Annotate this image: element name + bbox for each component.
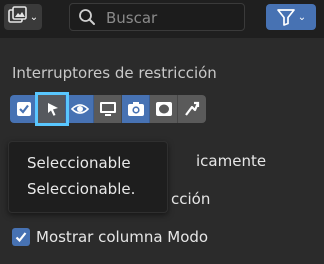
tooltip-title: Seleccionable bbox=[27, 154, 131, 172]
filter-dropdown-button[interactable]: ⌄ bbox=[266, 4, 316, 30]
indirect-arrow-icon bbox=[184, 101, 200, 117]
monitor-icon bbox=[99, 101, 117, 117]
funnel-icon bbox=[276, 7, 296, 27]
selectable-toggle[interactable] bbox=[35, 92, 69, 126]
hide-in-viewport-toggle[interactable] bbox=[66, 95, 94, 123]
outliner-header: ⌄ ⌄ bbox=[0, 0, 324, 38]
search-field[interactable] bbox=[69, 3, 245, 32]
disable-in-viewports-toggle[interactable] bbox=[94, 95, 122, 123]
search-icon bbox=[78, 8, 96, 26]
disable-in-renders-toggle[interactable] bbox=[122, 95, 150, 123]
checkbox[interactable] bbox=[12, 228, 30, 246]
restriction-toggles-heading: Interruptores de restricción bbox=[12, 64, 217, 82]
holdout-toggle[interactable] bbox=[150, 95, 178, 123]
camera-icon bbox=[127, 101, 145, 117]
option-label: icamente bbox=[196, 152, 267, 170]
indirect-only-toggle[interactable] bbox=[178, 95, 206, 123]
chevron-down-icon: ⌄ bbox=[29, 11, 39, 23]
eye-icon bbox=[70, 102, 89, 116]
display-mode-dropdown[interactable]: ⌄ bbox=[4, 4, 42, 30]
option-row-mode-column[interactable]: Mostrar columna Modo bbox=[12, 228, 208, 246]
checkmark-icon bbox=[15, 232, 27, 243]
search-input[interactable] bbox=[104, 4, 238, 32]
exclude-checkbox-toggle[interactable] bbox=[10, 95, 38, 123]
tooltip: Seleccionable Seleccionable. bbox=[8, 141, 168, 213]
cursor-arrow-icon bbox=[44, 101, 60, 117]
holdout-icon bbox=[155, 101, 173, 117]
restriction-toggles-group bbox=[10, 92, 206, 126]
tooltip-description: Seleccionable. bbox=[27, 180, 136, 198]
option-label: Mostrar columna Modo bbox=[36, 228, 209, 246]
image-stack-icon bbox=[7, 6, 28, 28]
checkbox-icon bbox=[16, 101, 32, 117]
option-label: cción bbox=[171, 190, 211, 208]
chevron-down-icon: ⌄ bbox=[297, 11, 307, 23]
